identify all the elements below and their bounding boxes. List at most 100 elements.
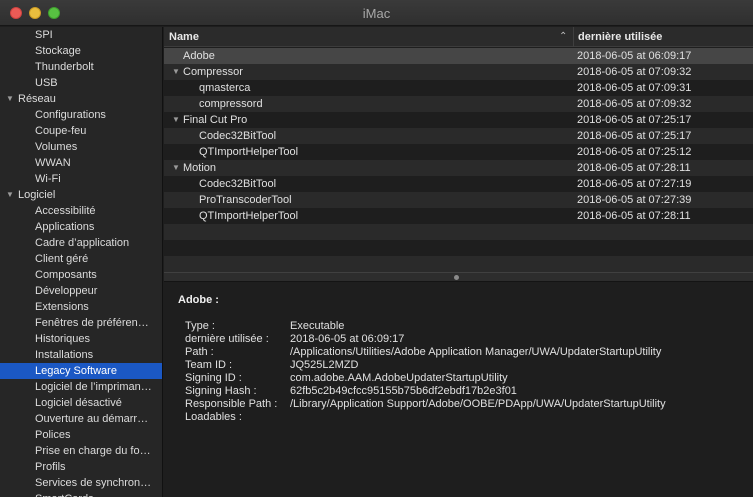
divider-grip-icon[interactable] xyxy=(454,275,459,280)
sidebar-item[interactable]: Configurations xyxy=(0,107,162,123)
disclosure-triangle-icon[interactable]: ▼ xyxy=(6,91,18,107)
detail-field: Type : Executable xyxy=(185,320,344,333)
sidebar-item-label: Développeur xyxy=(35,285,98,297)
detail-field-value: Executable xyxy=(290,320,345,332)
table-row[interactable]: qmasterca 2018-06-05 at 07:09:31 xyxy=(164,80,753,96)
detail-field: Responsible Path : /Library/Application S… xyxy=(185,398,666,411)
sidebar-item[interactable]: SPI xyxy=(0,27,162,43)
sidebar-item-label: Applications xyxy=(35,221,95,233)
sidebar-item[interactable]: WWAN xyxy=(0,155,162,171)
row-name: ProTranscoderTool xyxy=(164,192,292,208)
disclosure-triangle-icon[interactable]: ▼ xyxy=(172,64,183,80)
table-row[interactable]: QTImportHelperTool 2018-06-05 at 07:28:11 xyxy=(164,208,753,224)
sidebar-item[interactable]: Logiciel de l’impriman… xyxy=(0,379,162,395)
table-row xyxy=(164,224,753,240)
sidebar-item[interactable]: Services de synchron… xyxy=(0,475,162,491)
detail-field-key: Type : xyxy=(185,320,215,332)
detail-field-value: /Applications/Utilities/Adobe Applicatio… xyxy=(290,346,662,358)
column-header-name[interactable]: Name xyxy=(169,27,569,47)
row-name: Adobe xyxy=(164,48,215,64)
row-last-used: 2018-06-05 at 07:25:17 xyxy=(577,114,692,126)
sidebar-item[interactable]: Profils xyxy=(0,459,162,475)
detail-field: Loadables : xyxy=(185,411,290,424)
sidebar-item-label: Fenêtres de préféren… xyxy=(35,317,149,329)
chevron-up-icon[interactable]: ⌃ xyxy=(559,27,567,47)
detail-field-value: /Library/Application Support/Adobe/OOBE/… xyxy=(290,398,666,410)
detail-field-value: com.adobe.AAM.AdobeUpdaterStartupUtility xyxy=(290,372,508,384)
software-table[interactable]: Adobe 2018-06-05 at 06:09:17 ▼ Compressor 20… xyxy=(164,48,753,272)
sidebar-item[interactable]: Développeur xyxy=(0,283,162,299)
detail-title: Adobe : xyxy=(178,294,219,306)
sidebar-group[interactable]: ▼ Logiciel xyxy=(0,187,162,203)
row-name: ▼ Compressor xyxy=(164,64,243,80)
sidebar-item[interactable]: Historiques xyxy=(0,331,162,347)
sidebar[interactable]: SPI Stockage Thunderbolt USB ▼ Réseau Configur… xyxy=(0,27,163,497)
sidebar-item[interactable]: Fenêtres de préféren… xyxy=(0,315,162,331)
table-row[interactable]: ProTranscoderTool 2018-06-05 at 07:27:39 xyxy=(164,192,753,208)
sidebar-item[interactable]: Thunderbolt xyxy=(0,59,162,75)
row-last-used: 2018-06-05 at 07:27:19 xyxy=(577,178,692,190)
sidebar-group[interactable]: ▼ Réseau xyxy=(0,91,162,107)
table-row[interactable]: QTImportHelperTool 2018-06-05 at 07:25:12 xyxy=(164,144,753,160)
row-last-used: 2018-06-05 at 07:28:11 xyxy=(577,210,691,222)
disclosure-triangle-icon[interactable]: ▼ xyxy=(6,187,18,203)
sidebar-item[interactable]: USB xyxy=(0,75,162,91)
detail-field: Team ID : JQ525L2MZD xyxy=(185,359,358,372)
sidebar-item[interactable]: Accessibilité xyxy=(0,203,162,219)
split-view-divider[interactable] xyxy=(164,272,753,282)
sidebar-item[interactable]: SmartCards xyxy=(0,491,162,497)
sidebar-item-label: Cadre d’application xyxy=(35,237,130,249)
sidebar-item[interactable]: Ouverture au démarr… xyxy=(0,411,162,427)
sidebar-item[interactable]: Legacy Software xyxy=(0,363,162,379)
row-name-text: compressord xyxy=(199,98,263,110)
table-row[interactable]: ▼ Compressor 2018-06-05 at 07:09:32 xyxy=(164,64,753,80)
table-row[interactable]: ▼ Final Cut Pro 2018-06-05 at 07:25:17 xyxy=(164,112,753,128)
sidebar-item-label: Stockage xyxy=(35,45,81,57)
row-last-used: 2018-06-05 at 07:25:17 xyxy=(577,130,692,142)
sidebar-item-label: Polices xyxy=(35,429,71,441)
sidebar-item[interactable]: Volumes xyxy=(0,139,162,155)
row-name: Codec32BitTool xyxy=(164,176,276,192)
sidebar-item[interactable]: Logiciel désactivé xyxy=(0,395,162,411)
table-row[interactable]: Adobe 2018-06-05 at 06:09:17 xyxy=(164,48,753,64)
table-header: Name ⌃ dernière utilisée xyxy=(164,27,753,47)
sidebar-item-label: Extensions xyxy=(35,301,89,313)
row-last-used: 2018-06-05 at 07:09:31 xyxy=(577,82,692,94)
disclosure-triangle-icon[interactable]: ▼ xyxy=(172,112,183,128)
row-last-used: 2018-06-05 at 06:09:17 xyxy=(577,50,692,62)
disclosure-triangle-icon[interactable]: ▼ xyxy=(172,160,183,176)
sidebar-item-label: Historiques xyxy=(35,333,91,345)
sidebar-item[interactable]: Extensions xyxy=(0,299,162,315)
sidebar-item[interactable]: Stockage xyxy=(0,43,162,59)
row-name-text: QTImportHelperTool xyxy=(199,146,299,158)
sidebar-item[interactable]: Installations xyxy=(0,347,162,363)
sidebar-item-label: Client géré xyxy=(35,253,89,265)
detail-field: dernière utilisée : 2018-06-05 at 06:09:1… xyxy=(185,333,404,346)
table-row[interactable]: ▼ Motion 2018-06-05 at 07:28:11 xyxy=(164,160,753,176)
table-row[interactable]: compressord 2018-06-05 at 07:09:32 xyxy=(164,96,753,112)
detail-field-value: JQ525L2MZD xyxy=(290,359,359,371)
sidebar-item[interactable]: Cadre d’application xyxy=(0,235,162,251)
sidebar-item[interactable]: Composants xyxy=(0,267,162,283)
column-header-last-used[interactable]: dernière utilisée xyxy=(573,27,753,47)
detail-field: Signing Hash : 62fb5c2b49cfcc95155b75b6df… xyxy=(185,385,517,398)
sidebar-item[interactable]: Prise en charge du fo… xyxy=(0,443,162,459)
row-last-used: 2018-06-05 at 07:28:11 xyxy=(577,162,691,174)
row-name: ▼ Final Cut Pro xyxy=(164,112,247,128)
table-row[interactable]: Codec32BitTool 2018-06-05 at 07:25:17 xyxy=(164,128,753,144)
table-row[interactable]: Codec32BitTool 2018-06-05 at 07:27:19 xyxy=(164,176,753,192)
detail-field-key: Team ID : xyxy=(185,359,233,371)
sidebar-item[interactable]: Applications xyxy=(0,219,162,235)
sidebar-item[interactable]: Coupe-feu xyxy=(0,123,162,139)
row-name-text: Adobe xyxy=(183,50,215,62)
sidebar-item-label: Wi-Fi xyxy=(35,173,61,185)
sidebar-item-label: Composants xyxy=(35,269,97,281)
detail-field-key: Signing ID : xyxy=(185,372,242,384)
sidebar-item-label: SmartCards xyxy=(35,493,94,497)
sidebar-item[interactable]: Wi-Fi xyxy=(0,171,162,187)
row-last-used: 2018-06-05 at 07:27:39 xyxy=(577,194,692,206)
sidebar-item-label: Coupe-feu xyxy=(35,125,87,137)
sidebar-item-label: Legacy Software xyxy=(35,365,117,377)
sidebar-item[interactable]: Client géré xyxy=(0,251,162,267)
sidebar-item[interactable]: Polices xyxy=(0,427,162,443)
